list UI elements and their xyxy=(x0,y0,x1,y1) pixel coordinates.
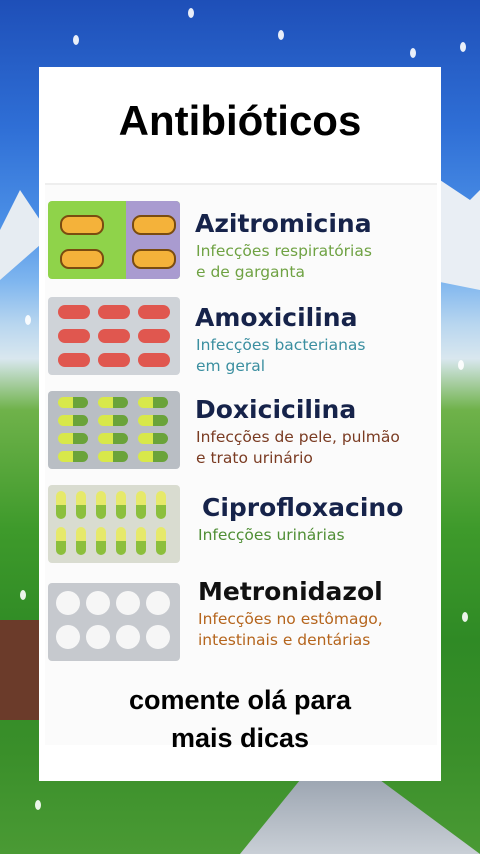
content-card: Antibióticos Azitromicina Infecções resp… xyxy=(39,67,441,781)
pill-pack-image xyxy=(48,391,180,469)
list-item-doxicicilina: Doxicicilina Infecções de pele, pulmão e … xyxy=(45,383,437,473)
list-item-ciprofloxacino: Ciprofloxacino Infecções urinárias xyxy=(45,477,437,567)
snowflake xyxy=(410,48,416,58)
snowflake xyxy=(460,42,466,52)
house xyxy=(0,620,40,720)
medicine-name: Amoxicilina xyxy=(195,303,358,332)
medicine-description: Infecções de pele, pulmão e trato urinári… xyxy=(196,428,400,467)
snowflake xyxy=(25,315,31,325)
medicine-name: Ciprofloxacino xyxy=(202,493,404,522)
medicine-name: Azitromicina xyxy=(195,209,372,238)
snowflake xyxy=(73,35,79,45)
list-item-metronidazol: Metronidazol Infecções no estômago, intes… xyxy=(45,575,437,665)
medicine-description: Infecções respiratórias e de garganta xyxy=(196,242,372,281)
medicine-description: Infecções urinárias xyxy=(198,526,345,544)
snowflake xyxy=(188,8,194,18)
snowflake xyxy=(20,590,26,600)
snowflake xyxy=(278,30,284,40)
medicine-description: Infecções bacterianas em geral xyxy=(196,336,366,375)
pill-pack-image xyxy=(48,485,180,563)
medicine-name: Doxicicilina xyxy=(195,395,357,424)
snowflake xyxy=(458,360,464,370)
page-title: Antibióticos xyxy=(118,97,362,144)
list-item-amoxicilina: Amoxicilina Infecções bacterianas em gera… xyxy=(45,289,437,379)
medicine-description: Infecções no estômago, intestinais e dent… xyxy=(198,610,383,649)
snowflake xyxy=(462,612,468,622)
pill-pack-image xyxy=(48,297,180,375)
medicine-name: Metronidazol xyxy=(198,577,383,606)
list-item-azitromicina: Azitromicina Infecções respiratórias e de… xyxy=(45,193,437,283)
snowflake xyxy=(35,800,41,810)
footer-caption: comente olá para mais dicas xyxy=(128,685,352,753)
medicine-list: Azitromicina Infecções respiratórias e de… xyxy=(45,183,437,745)
pill-pack-image xyxy=(48,583,180,661)
pill-pack-image xyxy=(48,201,180,279)
